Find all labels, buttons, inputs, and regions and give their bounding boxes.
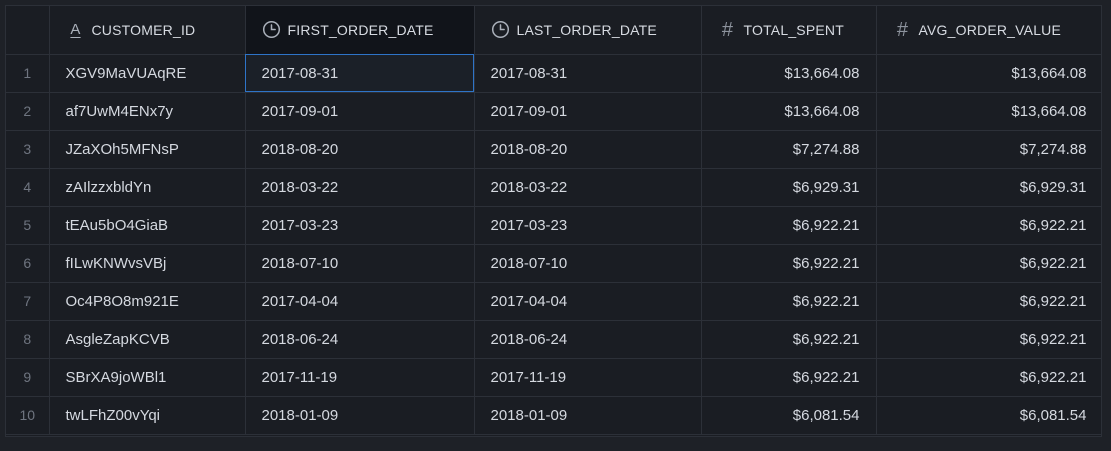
results-table: A CUSTOMER_ID FIRST_ORDER_DATE LAST_ORDE…: [6, 6, 1101, 435]
cell-last-order-date[interactable]: 2018-07-10: [474, 244, 702, 283]
cell-first-order-date[interactable]: 2018-01-09: [245, 396, 475, 435]
cell-total-spent[interactable]: $6,922.21: [701, 282, 877, 321]
cell-avg-order-value[interactable]: $6,922.21: [876, 244, 1101, 283]
column-header-label: TOTAL_SPENT: [743, 21, 844, 38]
cell-avg-order-value[interactable]: $13,664.08: [876, 54, 1101, 93]
column-header-label: LAST_ORDER_DATE: [516, 21, 657, 38]
cell-total-spent[interactable]: $7,274.88: [701, 130, 877, 169]
cell-total-spent[interactable]: $6,929.31: [701, 168, 877, 207]
row-index: 7: [6, 282, 50, 321]
table-row: 5 tEAu5bO4GiaB 2017-03-23 2017-03-23 $6,…: [6, 206, 1101, 245]
results-grid: A CUSTOMER_ID FIRST_ORDER_DATE LAST_ORDE…: [5, 5, 1102, 437]
cell-total-spent[interactable]: $6,081.54: [701, 396, 877, 435]
cell-avg-order-value[interactable]: $7,274.88: [876, 130, 1101, 169]
cell-first-order-date[interactable]: 2017-09-01: [245, 92, 475, 131]
cell-first-order-date[interactable]: 2017-03-23: [245, 206, 475, 245]
cell-customer-id[interactable]: zAIlzzxbldYn: [49, 168, 246, 207]
row-index-header: [6, 6, 50, 55]
header-row: A CUSTOMER_ID FIRST_ORDER_DATE LAST_ORDE…: [6, 6, 1101, 55]
cell-customer-id[interactable]: af7UwM4ENx7y: [49, 92, 246, 131]
cell-last-order-date[interactable]: 2018-08-20: [474, 130, 702, 169]
cell-total-spent[interactable]: $13,664.08: [701, 92, 877, 131]
cell-customer-id[interactable]: Oc4P8O8m921E: [49, 282, 246, 321]
table-row: 6 fILwKNWvsVBj 2018-07-10 2018-07-10 $6,…: [6, 244, 1101, 283]
hash-icon: #: [896, 18, 909, 41]
cell-last-order-date[interactable]: 2017-08-31: [474, 54, 702, 93]
cell-last-order-date[interactable]: 2017-03-23: [474, 206, 702, 245]
column-header-avg-order-value[interactable]: # AVG_ORDER_VALUE: [876, 6, 1101, 55]
clock-icon: [262, 20, 282, 40]
cell-last-order-date[interactable]: 2017-04-04: [474, 282, 702, 321]
cell-first-order-date[interactable]: 2018-07-10: [245, 244, 475, 283]
row-index: 9: [6, 358, 50, 397]
cell-avg-order-value[interactable]: $13,664.08: [876, 92, 1101, 131]
row-index: 1: [6, 54, 50, 93]
cell-avg-order-value[interactable]: $6,929.31: [876, 168, 1101, 207]
cell-total-spent[interactable]: $6,922.21: [701, 358, 877, 397]
cell-customer-id[interactable]: JZaXOh5MFNsP: [49, 130, 246, 169]
table-row: 2 af7UwM4ENx7y 2017-09-01 2017-09-01 $13…: [6, 92, 1101, 131]
row-index: 3: [6, 130, 50, 169]
text-type-icon: A: [70, 21, 81, 39]
cell-total-spent[interactable]: $6,922.21: [701, 206, 877, 245]
cell-last-order-date[interactable]: 2018-03-22: [474, 168, 702, 207]
table-row: 4 zAIlzzxbldYn 2018-03-22 2018-03-22 $6,…: [6, 168, 1101, 207]
table-row: 9 SBrXA9joWBl1 2017-11-19 2017-11-19 $6,…: [6, 358, 1101, 397]
cell-first-order-date[interactable]: 2018-08-20: [245, 130, 475, 169]
cell-first-order-date[interactable]: 2017-11-19: [245, 358, 475, 397]
cell-total-spent[interactable]: $13,664.08: [701, 54, 877, 93]
row-index: 4: [6, 168, 50, 207]
column-header-label: FIRST_ORDER_DATE: [287, 21, 434, 38]
row-index: 5: [6, 206, 50, 245]
cell-last-order-date[interactable]: 2018-06-24: [474, 320, 702, 359]
column-header-label: AVG_ORDER_VALUE: [918, 21, 1062, 38]
cell-customer-id[interactable]: fILwKNWvsVBj: [49, 244, 246, 283]
hash-icon: #: [721, 18, 734, 41]
cell-avg-order-value[interactable]: $6,922.21: [876, 320, 1101, 359]
clock-icon: [491, 20, 511, 40]
cell-first-order-date-selected[interactable]: 2017-08-31: [245, 54, 475, 93]
cell-customer-id[interactable]: AsgleZapKCVB: [49, 320, 246, 359]
table-row: 7 Oc4P8O8m921E 2017-04-04 2017-04-04 $6,…: [6, 282, 1101, 321]
row-index: 2: [6, 92, 50, 131]
table-row: 3 JZaXOh5MFNsP 2018-08-20 2018-08-20 $7,…: [6, 130, 1101, 169]
column-header-last-order-date[interactable]: LAST_ORDER_DATE: [474, 6, 702, 55]
cell-total-spent[interactable]: $6,922.21: [701, 244, 877, 283]
cell-last-order-date[interactable]: 2017-09-01: [474, 92, 702, 131]
table-row: 1 XGV9MaVUAqRE 2017-08-31 2017-08-31 $13…: [6, 54, 1101, 93]
cell-customer-id[interactable]: twLFhZ00vYqi: [49, 396, 246, 435]
row-index: 8: [6, 320, 50, 359]
cell-customer-id[interactable]: tEAu5bO4GiaB: [49, 206, 246, 245]
column-header-total-spent[interactable]: # TOTAL_SPENT: [701, 6, 877, 55]
table-row: 8 AsgleZapKCVB 2018-06-24 2018-06-24 $6,…: [6, 320, 1101, 359]
row-index: 6: [6, 244, 50, 283]
column-header-label: CUSTOMER_ID: [91, 21, 196, 38]
row-index: 10: [6, 396, 50, 435]
cell-last-order-date[interactable]: 2017-11-19: [474, 358, 702, 397]
cell-customer-id[interactable]: SBrXA9joWBl1: [49, 358, 246, 397]
cell-avg-order-value[interactable]: $6,922.21: [876, 282, 1101, 321]
cell-avg-order-value[interactable]: $6,081.54: [876, 396, 1101, 435]
cell-first-order-date[interactable]: 2018-03-22: [245, 168, 475, 207]
column-header-customer-id[interactable]: A CUSTOMER_ID: [49, 6, 246, 55]
cell-avg-order-value[interactable]: $6,922.21: [876, 358, 1101, 397]
cell-last-order-date[interactable]: 2018-01-09: [474, 396, 702, 435]
cell-first-order-date[interactable]: 2018-06-24: [245, 320, 475, 359]
cell-avg-order-value[interactable]: $6,922.21: [876, 206, 1101, 245]
table-row: 10 twLFhZ00vYqi 2018-01-09 2018-01-09 $6…: [6, 396, 1101, 435]
column-header-first-order-date[interactable]: FIRST_ORDER_DATE: [245, 6, 475, 55]
cell-first-order-date[interactable]: 2017-04-04: [245, 282, 475, 321]
cell-customer-id[interactable]: XGV9MaVUAqRE: [49, 54, 246, 93]
cell-total-spent[interactable]: $6,922.21: [701, 320, 877, 359]
